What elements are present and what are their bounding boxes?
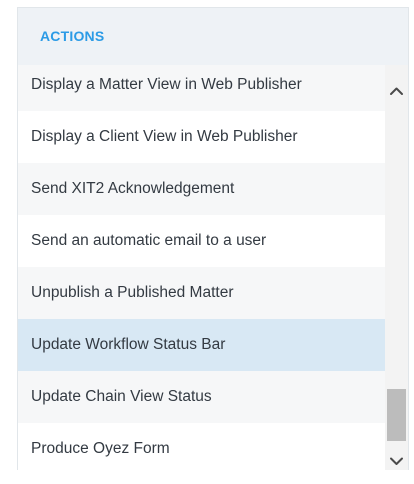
list-item-produce-oyez-form[interactable]: Produce Oyez Form [18,423,385,470]
scrollbar-thumb[interactable] [387,389,406,441]
list-item-send-xit2-acknowledgement[interactable]: Send XIT2 Acknowledgement [18,163,385,215]
actions-header: ACTIONS [17,7,409,65]
list-item-display-matter-view[interactable]: Display a Matter View in Web Publisher [18,65,385,111]
list-item-send-automatic-email[interactable]: Send an automatic email to a user [18,215,385,267]
actions-panel: ACTIONS Display a Matter View in Web Pub… [17,7,409,470]
scroll-up-button[interactable] [385,79,408,103]
scroll-down-button[interactable] [385,449,408,473]
vertical-scrollbar[interactable] [385,65,409,470]
actions-title: ACTIONS [40,28,105,44]
list-item-unpublish-matter[interactable]: Unpublish a Published Matter [18,267,385,319]
chevron-down-icon [390,457,403,465]
list-item-update-workflow-status-bar[interactable]: Update Workflow Status Bar [18,319,385,371]
list-item-display-client-view[interactable]: Display a Client View in Web Publisher [18,111,385,163]
chevron-up-icon [390,87,403,95]
list-item-update-chain-view-status[interactable]: Update Chain View Status [18,371,385,423]
actions-list[interactable]: Display a Matter View in Web Publisher D… [17,65,385,470]
